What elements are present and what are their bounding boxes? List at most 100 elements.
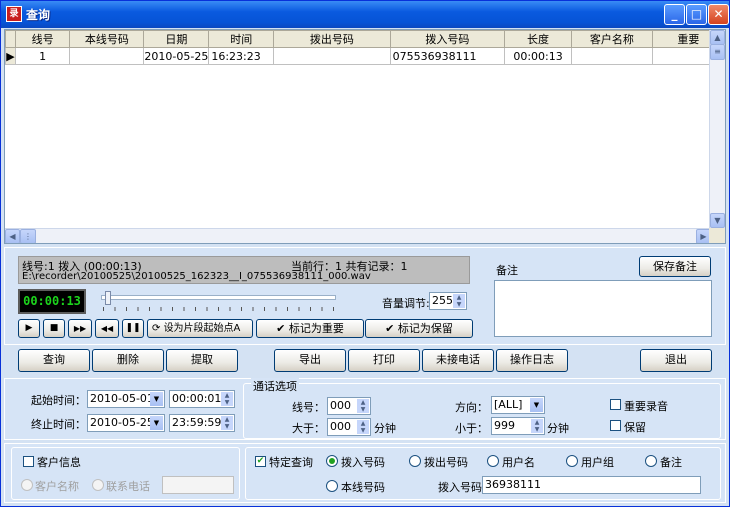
- col-customer[interactable]: 客户名称: [570, 30, 653, 48]
- horizontal-scrollbar[interactable]: ◀ ⋮ ▶: [5, 228, 711, 243]
- start-date-picker[interactable]: 2010-05-01 ▼: [87, 390, 165, 408]
- cell-line: 1: [14, 47, 71, 65]
- customer-name-label: 客户名称: [35, 480, 79, 493]
- important-checkbox[interactable]: [610, 399, 621, 410]
- print-button[interactable]: 打印: [348, 349, 420, 372]
- maximize-button[interactable]: □: [686, 4, 707, 25]
- export-button[interactable]: 导出: [274, 349, 346, 372]
- volume-input[interactable]: 255 ▲ ▼: [429, 292, 467, 310]
- start-time-label: 起始时间：: [31, 394, 86, 407]
- specific-query-checkbox[interactable]: ✔: [255, 456, 266, 467]
- end-date-picker[interactable]: 2010-05-25 ▼: [87, 414, 165, 432]
- operation-log-button[interactable]: 操作日志: [496, 349, 568, 372]
- notes-label: 备注: [496, 264, 518, 277]
- file-path: E:\recorder\20100525\20100525_162323__I_…: [22, 271, 371, 282]
- delete-button[interactable]: 删除: [92, 349, 164, 372]
- mark-keep-button[interactable]: ✔ 标记为保留: [365, 319, 473, 338]
- username-label: 用户名: [502, 456, 535, 469]
- incoming-number-label: 拨入号码: [341, 456, 385, 469]
- stop-button[interactable]: ■: [43, 319, 65, 338]
- volume-value: 255: [432, 294, 453, 307]
- chevron-down-icon[interactable]: ▼: [530, 398, 543, 412]
- col-outgoing[interactable]: 拨出号码: [273, 30, 391, 48]
- start-time-spin-icon[interactable]: ▲ ▼: [221, 392, 233, 406]
- title-bar: 录 查询 _ □ ✕: [1, 1, 729, 28]
- customer-info-checkbox[interactable]: [23, 456, 34, 467]
- seek-thumb[interactable]: [105, 291, 111, 305]
- cell-out: [273, 47, 391, 65]
- minimize-button[interactable]: _: [664, 4, 685, 25]
- user-group-label: 用户组: [581, 456, 614, 469]
- mark-keep-label: 标记为保留: [397, 322, 453, 335]
- cell-customer: [570, 47, 653, 65]
- gt-spin-icon[interactable]: ▲ ▼: [357, 420, 369, 434]
- exit-button[interactable]: 退出: [640, 349, 712, 372]
- keep-checkbox[interactable]: [610, 420, 621, 431]
- outgoing-number-radio[interactable]: [409, 455, 421, 467]
- records-grid[interactable]: 线号 本线号码 日期 时间 拨出号码 拨入号码 长度 客户名称 重要 ▶ 1 2…: [4, 29, 726, 244]
- seek-ticks: [103, 307, 335, 311]
- cell-length: 00:00:13: [504, 47, 572, 65]
- scroll-thumb[interactable]: ≡: [710, 44, 725, 60]
- filter-panel: 起始时间： 2010-05-01 ▼ 00:00:01 ▲ ▼ 终止时间： 2010-…: [4, 378, 726, 440]
- mark-important-button[interactable]: ✔ 标记为重要: [256, 319, 364, 338]
- col-incoming[interactable]: 拨入号码: [389, 30, 506, 48]
- col-date[interactable]: 日期: [143, 30, 210, 48]
- col-line[interactable]: 线号: [14, 30, 71, 48]
- start-date-value: 2010-05-01: [90, 392, 154, 405]
- hscroll-thumb[interactable]: ⋮: [20, 229, 36, 243]
- end-time-value: 23:59:59: [172, 416, 222, 429]
- col-time[interactable]: 时间: [208, 30, 275, 48]
- line-input[interactable]: 000 ▲ ▼: [327, 397, 371, 415]
- query-field-input[interactable]: 36938111: [482, 476, 701, 494]
- chevron-down-icon[interactable]: ▼: [150, 416, 163, 430]
- pause-button[interactable]: ❚❚: [122, 319, 144, 338]
- username-radio[interactable]: [487, 455, 499, 467]
- specific-query-label: 特定查询: [269, 456, 313, 469]
- rewind-button[interactable]: ◀◀: [95, 319, 119, 338]
- line-spin-icon[interactable]: ▲ ▼: [357, 399, 369, 413]
- cell-time: 16:23:23: [208, 47, 275, 65]
- chevron-down-icon[interactable]: ▼: [150, 392, 163, 406]
- line-label: 线号：: [292, 401, 325, 414]
- col-length[interactable]: 长度: [504, 30, 572, 48]
- row-pointer-icon: ▶: [5, 47, 16, 65]
- line-value: 000: [330, 399, 351, 412]
- extract-button[interactable]: 提取: [166, 349, 238, 372]
- scroll-down-icon[interactable]: ▼: [710, 213, 725, 228]
- notes-radio[interactable]: [645, 455, 657, 467]
- incoming-number-radio[interactable]: [326, 455, 338, 467]
- seek-track: [101, 295, 336, 300]
- play-button[interactable]: ▶: [18, 319, 40, 338]
- start-time-input[interactable]: 00:00:01 ▲ ▼: [169, 390, 235, 408]
- scroll-left-icon[interactable]: ◀: [5, 229, 20, 243]
- fast-forward-button[interactable]: ▶▶: [68, 319, 92, 338]
- set-segment-start-button[interactable]: ⟳ 设为片段起始点A: [147, 319, 253, 338]
- end-time-spin-icon[interactable]: ▲ ▼: [221, 416, 233, 430]
- search-panel: 客户信息 客户名称 联系电话 ✔ 特定查询 拨入号码 拨出号码 用户名 用户组 …: [4, 443, 726, 503]
- table-row[interactable]: ▶ 1 2010-05-25 16:23:23 075536938111 00:…: [5, 47, 725, 65]
- scroll-up-icon[interactable]: ▲: [710, 30, 725, 45]
- col-own-number[interactable]: 本线号码: [69, 30, 145, 48]
- save-notes-button[interactable]: 保存备注: [639, 256, 711, 277]
- records-table: 线号 本线号码 日期 时间 拨出号码 拨入号码 长度 客户名称 重要 ▶ 1 2…: [5, 30, 725, 65]
- own-number-radio[interactable]: [326, 480, 338, 492]
- less-than-input[interactable]: 999 ▲ ▼: [491, 417, 545, 435]
- cell-date: 2010-05-25: [143, 47, 210, 65]
- notes-textarea[interactable]: [494, 280, 712, 337]
- greater-than-input[interactable]: 000 ▲ ▼: [327, 418, 371, 436]
- end-time-input[interactable]: 23:59:59 ▲ ▼: [169, 414, 235, 432]
- contact-phone-radio[interactable]: [92, 479, 104, 491]
- missed-calls-button[interactable]: 未接电话: [422, 349, 494, 372]
- seek-slider[interactable]: [91, 289, 353, 315]
- own-number-label: 本线号码: [341, 481, 385, 494]
- direction-select[interactable]: [ALL] ▼: [491, 396, 545, 414]
- customer-name-radio[interactable]: [21, 479, 33, 491]
- query-button[interactable]: 查询: [18, 349, 90, 372]
- close-button[interactable]: ✕: [708, 4, 729, 25]
- vertical-scrollbar[interactable]: ▲ ≡ ▼: [709, 30, 725, 228]
- customer-search-input[interactable]: [162, 476, 234, 494]
- user-group-radio[interactable]: [566, 455, 578, 467]
- lt-spin-icon[interactable]: ▲ ▼: [531, 419, 543, 433]
- volume-spin-icon[interactable]: ▲ ▼: [453, 294, 465, 308]
